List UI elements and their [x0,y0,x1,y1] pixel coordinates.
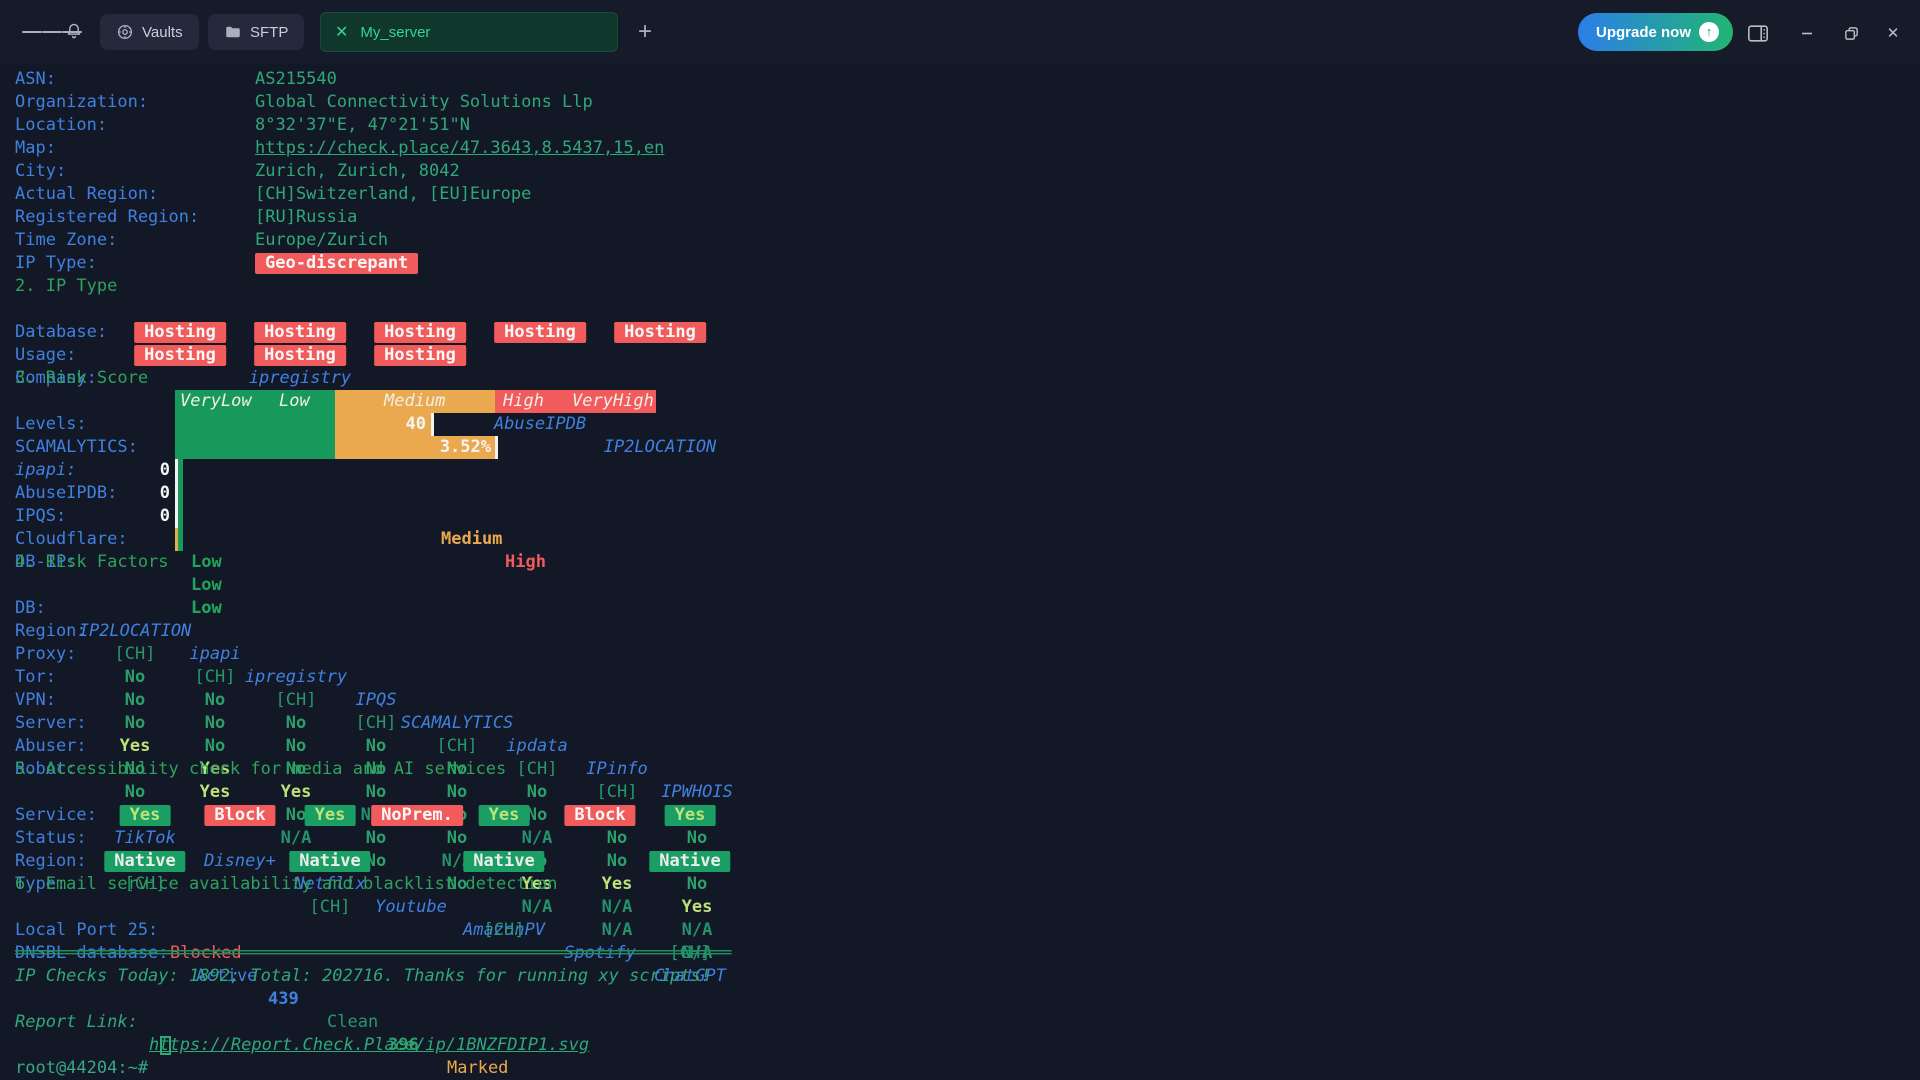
field-label: City: [15,160,66,183]
risk-scale-low-segment: VeryLow Low [175,390,335,413]
checks-summary: IP Checks Today: 1892; Total: 202716. Th… [15,965,711,988]
type-badge: Native [289,851,370,872]
dnsbl-clean-label: Clean [327,1011,378,1034]
title-bar: Vaults SFTP ✕ My_server + Upgrade now ↑ … [0,0,1920,64]
section-title: 3. Risk Score [15,367,148,390]
field-label: IP Type: [15,252,97,275]
field-value: Zurich, Zurich, 8042 [255,160,460,183]
usage-badge: Hosting [254,322,346,343]
score-bar [178,482,183,505]
status-badge: Yes [120,805,171,826]
field-value: [RU]Russia [255,206,357,229]
vaults-label: Vaults [142,24,183,41]
ip-type-badge: Geo-discrepant [255,253,418,274]
type-badge: Native [104,851,185,872]
usage-badge: Hosting [614,322,706,343]
section-title: 2. IP Type [15,275,117,298]
score-bar: 40 [335,413,431,436]
field-value: 8°32'37"E, 47°21'51"N [255,114,470,137]
new-tab-button[interactable]: + [638,18,652,46]
field-label: Actual Region: [15,183,158,206]
score-value: 0 [140,505,170,528]
score-marker [495,436,498,459]
score-marker [431,413,434,436]
notifications-bell-icon[interactable] [64,22,84,42]
status-badge: Block [204,805,275,826]
company-badge: Hosting [254,345,346,366]
field-label: Registered Region: [15,206,199,229]
terminal-output[interactable]: ASN: AS215540 Organization: Global Connect… [0,64,1920,1080]
status-badge: Yes [305,805,356,826]
status-badge: Yes [479,805,530,826]
scale-label: Low [279,390,310,413]
risk-scale-medium-segment: Medium [335,390,495,413]
shell-prompt: root@44204:~# [15,1057,148,1080]
status-badge: NoPrem. [371,805,463,826]
field-label: Time Zone: [15,229,117,252]
app-window: { "colors":{"accent_teal":"#2FA879","lab… [0,0,1920,1080]
scale-label: High [503,390,544,413]
score-bar [175,413,335,436]
field-value: AS215540 [255,68,337,91]
field-label: Map: [15,137,56,160]
minimize-button[interactable] [1794,20,1820,46]
field-label: ASN: [15,68,56,91]
score-bar [178,528,183,551]
scale-label: VeryLow [180,390,252,413]
score-bar [178,505,183,528]
score-bar: 3.52% [335,436,495,459]
score-value: 40 [406,413,426,436]
section-title: 4. Risk Factors [15,551,169,574]
usage-badge: Hosting [494,322,586,343]
section-title: 5. Accessibility check for media and AI … [15,758,506,781]
upgrade-arrow-icon: ↑ [1699,22,1719,42]
map-link[interactable]: https://check.place/47.3643,8.5437,15,en [255,137,664,160]
score-value: 3.52% [440,436,491,459]
status-badge: Yes [665,805,716,826]
section-title: 6. Email service availability and blackl… [15,873,557,896]
status-badge: Block [564,805,635,826]
company-badge: Hosting [374,345,466,366]
separator-line: ════════════════════════════════════════… [15,942,731,965]
sftp-button[interactable]: SFTP [208,14,304,50]
field-value: Europe/Zurich [255,229,388,252]
usage-badge: Hosting [374,322,466,343]
close-tab-icon[interactable]: ✕ [335,22,348,42]
score-value: 0 [140,482,170,505]
score-bar [175,436,335,459]
type-badge: Native [463,851,544,872]
upgrade-button[interactable]: Upgrade now ↑ [1578,13,1733,51]
dnsbl-marked-label: Marked [447,1057,508,1080]
field-label: Location: [15,114,107,137]
score-value: 0 [140,459,170,482]
risk-scale-high-segment: High VeryHigh [495,390,656,413]
tab-title: My_server [360,24,430,41]
usage-badge: Hosting [134,322,226,343]
terminal-cursor [160,1036,171,1055]
sidebar-toggle-icon[interactable] [1745,20,1771,46]
close-window-button[interactable]: ✕ [1880,20,1906,46]
report-label: Report Link: [15,1011,148,1034]
field-label: Organization: [15,91,148,114]
score-bar [178,459,183,482]
company-badge: Hosting [134,345,226,366]
scale-label: VeryHigh [572,390,654,413]
folder-icon [224,23,242,41]
vault-icon [116,23,134,41]
tab-my-server[interactable]: ✕ My_server [320,12,618,52]
field-value: [CH]Switzerland, [EU]Europe [255,183,531,206]
restore-button[interactable] [1838,20,1864,46]
sftp-label: SFTP [250,24,288,41]
field-value: Global Connectivity Solutions Llp [255,91,593,114]
upgrade-label: Upgrade now [1596,24,1691,41]
scale-label: Medium [384,390,445,413]
vaults-button[interactable]: Vaults [100,14,199,50]
type-badge: Native [649,851,730,872]
